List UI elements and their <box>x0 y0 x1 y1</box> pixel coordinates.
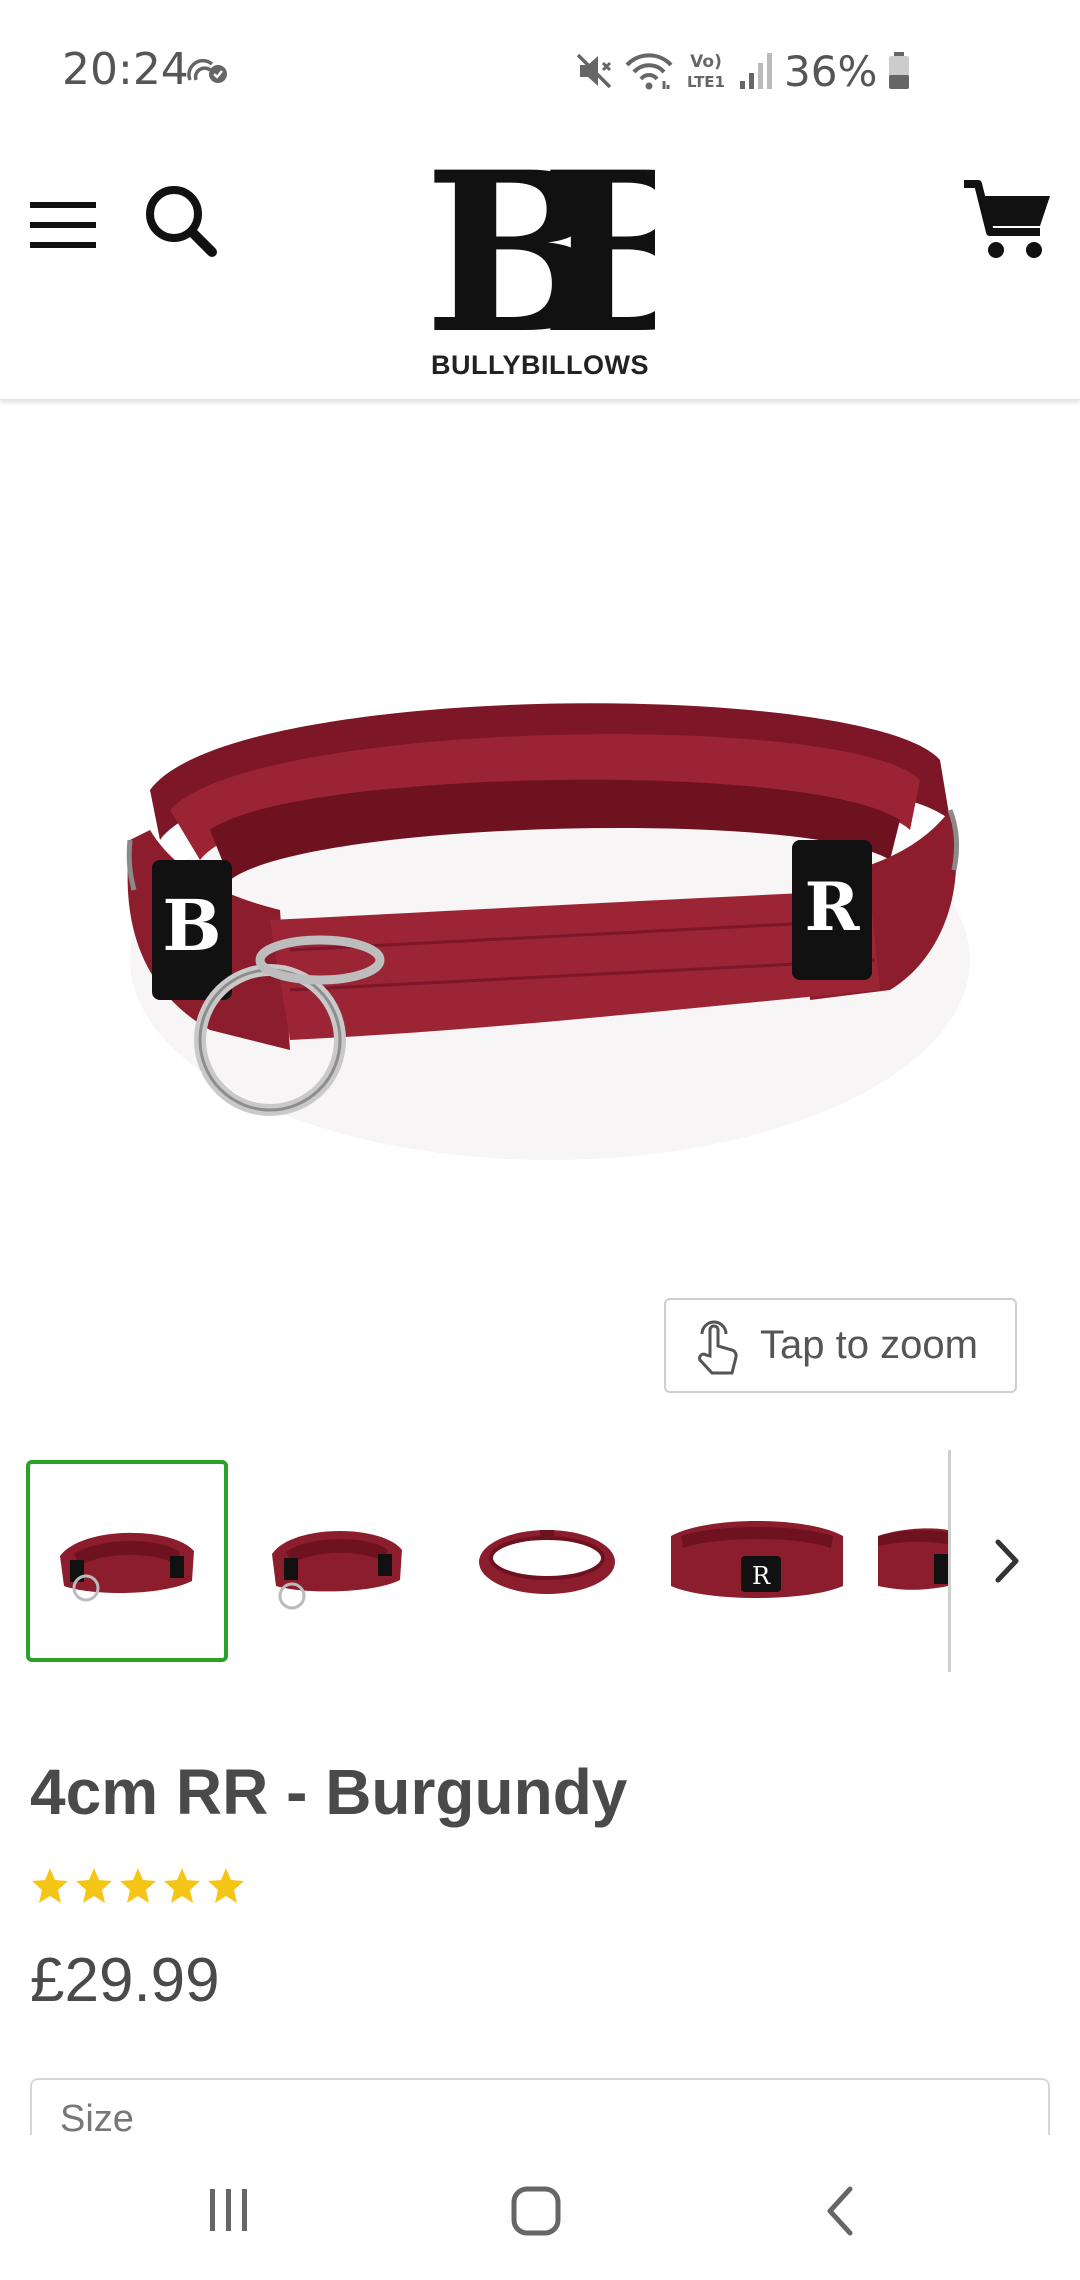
mute-icon <box>576 53 612 89</box>
svg-text:R: R <box>805 868 861 946</box>
star-rating[interactable] <box>30 1866 246 1906</box>
recents-icon[interactable] <box>204 2187 254 2233</box>
product-image[interactable]: B R <box>90 660 1010 1220</box>
thumbnail-image <box>878 1528 948 1590</box>
wifi-icon <box>625 53 673 90</box>
logo-text: BULLYBILLOWS <box>431 350 649 380</box>
chevron-right-icon[interactable] <box>976 1526 1036 1596</box>
thumbnail-image <box>479 1530 615 1594</box>
status-icons: Vo) LTE1 36% <box>574 46 911 96</box>
svg-text:B: B <box>162 884 221 967</box>
star-icon <box>32 1868 68 1903</box>
thumbnail-image: R <box>671 1521 843 1598</box>
star-icon <box>164 1868 200 1903</box>
cart-icon[interactable] <box>960 174 1056 270</box>
svg-text:R: R <box>752 1562 771 1590</box>
star-icon <box>76 1868 112 1903</box>
thumbnail-1[interactable] <box>26 1460 228 1662</box>
battery-icon <box>889 52 910 89</box>
status-bar: 20:24 Vo) LTE1 36% <box>0 0 1080 130</box>
site-header: BB BULLYBILLOWS <box>0 130 1080 400</box>
brand-logo[interactable]: BB BULLYBILLOWS <box>420 150 660 390</box>
thumbnail-divider <box>948 1450 951 1672</box>
thumbnail-4[interactable]: R <box>656 1460 858 1662</box>
svg-text:LTE1: LTE1 <box>687 73 725 91</box>
bb-logo-icon: BB <box>425 150 655 350</box>
thumbnail-image <box>60 1532 194 1602</box>
product-title: 4cm RR - Burgundy <box>30 1756 628 1828</box>
tap-to-zoom-button[interactable]: Tap to zoom <box>664 1298 1017 1393</box>
sync-icon <box>187 58 227 83</box>
tap-to-zoom-label: Tap to zoom <box>760 1323 978 1367</box>
svg-text:Vo): Vo) <box>690 52 722 72</box>
thumbnail-image <box>272 1530 402 1610</box>
battery-percent: 36% <box>784 46 878 96</box>
system-nav-bar <box>0 2135 1080 2280</box>
star-icon <box>208 1868 244 1903</box>
menu-icon[interactable] <box>28 190 98 260</box>
search-icon[interactable] <box>140 180 220 260</box>
back-icon[interactable] <box>820 2185 860 2237</box>
thumbnail-5[interactable] <box>878 1460 948 1662</box>
star-icon <box>120 1868 156 1903</box>
volte-lte1-icon: Vo) LTE1 <box>687 52 725 91</box>
status-time: 20:24 <box>62 44 189 95</box>
touch-hand-icon <box>698 1320 738 1374</box>
home-icon[interactable] <box>510 2185 562 2237</box>
product-price: £29.99 <box>30 1946 220 2015</box>
thumbnail-strip: R <box>0 1450 1080 1680</box>
thumbnail-3[interactable] <box>446 1460 648 1662</box>
signal-icon <box>740 53 772 89</box>
svg-text:BB: BB <box>425 150 655 350</box>
thumbnail-2[interactable] <box>236 1460 438 1662</box>
